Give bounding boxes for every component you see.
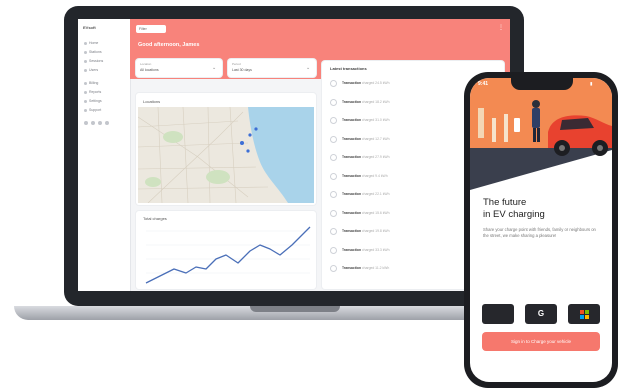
sidebar-item-home[interactable]: Home — [84, 41, 98, 45]
sidebar-item-support[interactable]: Support — [84, 108, 101, 112]
latest-transactions-title: Latest transactions — [330, 66, 367, 71]
filter-pill[interactable]: Filter — [136, 25, 166, 33]
dashboard-screen: EVsoft Home Stations Sessions Users Bill… — [78, 19, 510, 291]
phone-notch — [511, 78, 573, 90]
hero-description: Share your charge point with friends, fa… — [483, 227, 596, 238]
bolt-icon — [330, 228, 337, 235]
bolt-icon — [330, 265, 337, 272]
circle-icon[interactable] — [105, 121, 109, 125]
sidebar-item-reports[interactable]: Reports — [84, 90, 101, 94]
sidebar: EVsoft Home Stations Sessions Users Bill… — [78, 19, 131, 291]
page-title: Good afternoon, James — [138, 42, 200, 48]
circle-icon[interactable] — [91, 121, 95, 125]
sidebar-item-stations[interactable]: Stations — [84, 50, 102, 54]
circle-icon[interactable] — [98, 121, 102, 125]
bolt-icon — [330, 80, 337, 87]
microsoft-icon — [580, 310, 584, 314]
bolt-icon — [330, 246, 337, 254]
bolt-icon — [330, 154, 337, 161]
status-bar-time: 9:41 — [478, 81, 489, 87]
google-icon: G — [537, 309, 545, 318]
bolt-icon — [330, 98, 337, 106]
station-icon — [84, 50, 87, 54]
chart-series-line — [145, 226, 311, 284]
bolt-icon — [330, 209, 337, 217]
laptop-hinge-notch — [250, 306, 340, 312]
support-icon — [84, 108, 87, 112]
home-icon — [84, 41, 87, 45]
battery-icon: ▮ — [590, 81, 593, 86]
locations-map[interactable] — [138, 107, 314, 203]
bolt-icon — [330, 135, 337, 143]
graph-title: Total charges — [143, 216, 167, 221]
billing-icon — [84, 81, 87, 85]
session-icon — [84, 59, 87, 63]
hero-title: The future in EV charging — [483, 197, 545, 220]
gear-icon — [84, 99, 87, 103]
bolt-icon — [330, 172, 337, 180]
sidebar-item-settings[interactable]: Settings — [84, 99, 102, 103]
google-sign-in-button[interactable]: G — [525, 304, 557, 324]
user-icon — [84, 68, 87, 72]
bolt-icon — [330, 191, 337, 198]
apple-sign-in-button[interactable] — [482, 304, 514, 324]
location-selector[interactable]: Location All locations ⌄ — [136, 59, 222, 77]
more-icon[interactable]: ⋮ — [498, 24, 504, 31]
ev-charging-illustration — [470, 78, 612, 190]
sidebar-quick-icons — [84, 121, 122, 125]
sidebar-item-billing[interactable]: Billing — [84, 81, 98, 85]
report-icon — [84, 90, 87, 94]
period-selector[interactable]: Period Last 30 days ⌄ — [228, 59, 316, 77]
chevron-down-icon: ⌄ — [306, 65, 311, 71]
circle-icon[interactable] — [84, 121, 88, 125]
app-logo: EVsoft — [83, 25, 96, 30]
chevron-down-icon: ⌄ — [212, 65, 217, 71]
bolt-icon — [330, 117, 337, 124]
map-title: Locations — [143, 99, 161, 104]
microsoft-sign-in-button[interactable] — [568, 304, 600, 324]
sidebar-item-users[interactable]: Users — [84, 68, 98, 72]
sign-in-cta-button[interactable]: Sign in to Charge your vehicle — [482, 332, 600, 351]
sidebar-item-sessions[interactable]: Sessions — [84, 59, 103, 63]
charges-line-chart — [145, 226, 311, 284]
